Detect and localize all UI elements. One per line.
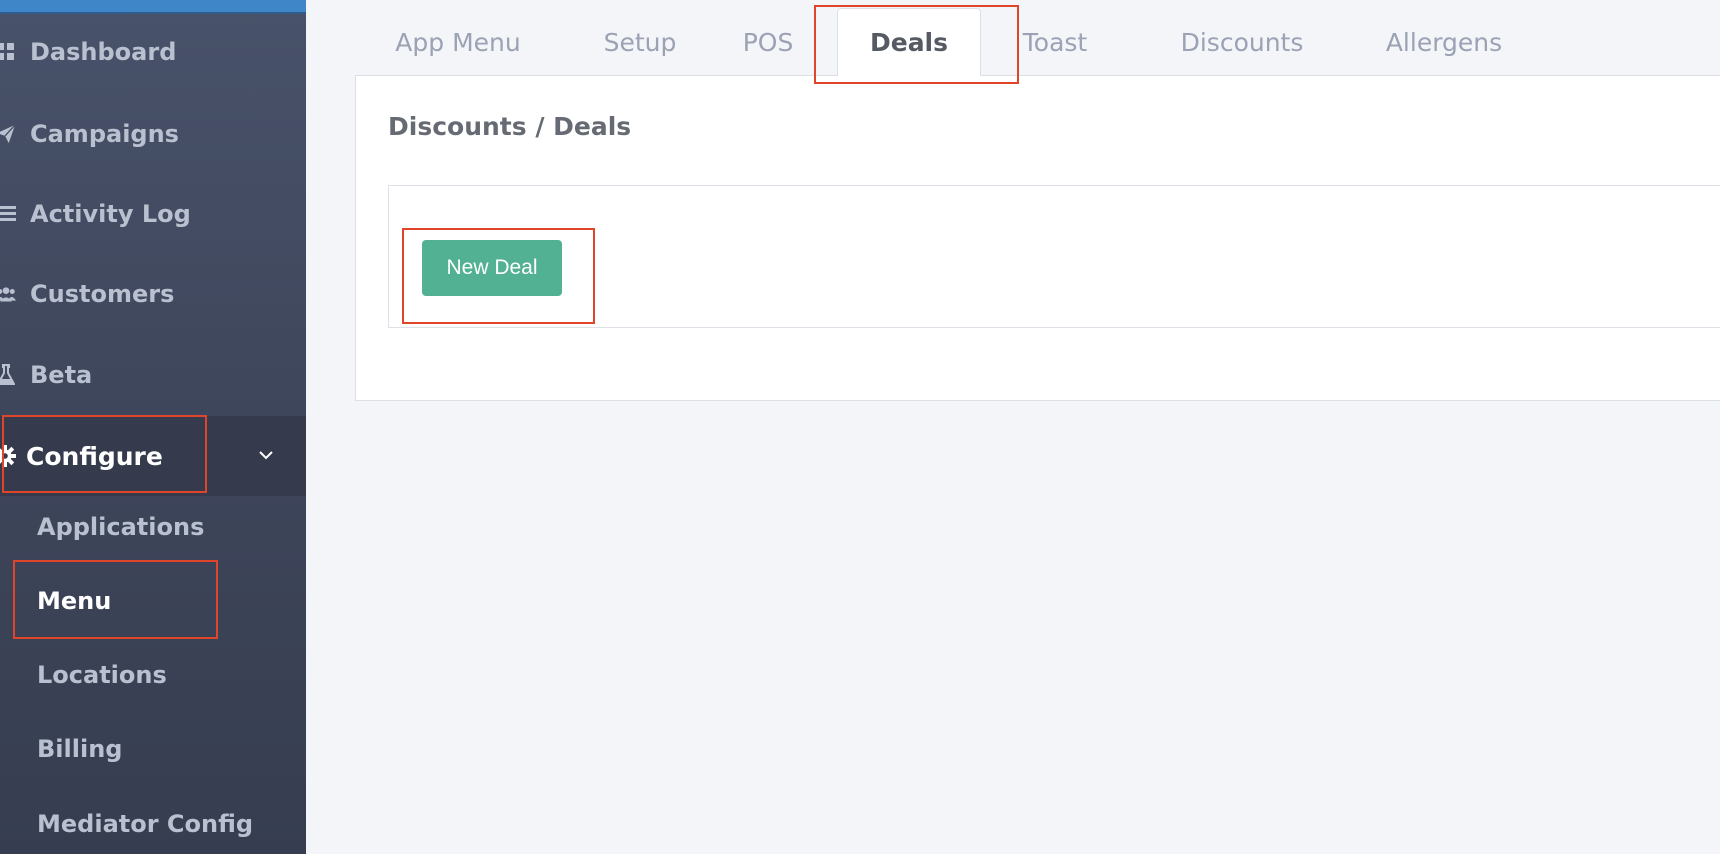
list-icon (0, 202, 16, 226)
tab-discounts[interactable]: Discounts (1154, 8, 1330, 76)
sidebar-subitem-label: Applications (37, 513, 205, 541)
sidebar-item-activity-log[interactable]: Activity Log (0, 184, 306, 244)
sidebar-item-label: Customers (30, 280, 175, 308)
tab-label: Setup (603, 27, 677, 57)
tab-allergens[interactable]: Allergens (1354, 8, 1534, 76)
sidebar-subitem-label: Locations (37, 661, 167, 689)
sidebar-subitem-locations[interactable]: Locations (37, 650, 167, 700)
grid-icon (0, 40, 16, 64)
new-deal-button[interactable]: New Deal (422, 240, 562, 296)
sidebar-item-configure[interactable]: Configure (0, 416, 306, 496)
tab-bar: App Menu Setup POS Deals Toast Discounts… (355, 0, 1720, 76)
sidebar-top-accent (0, 0, 306, 14)
users-icon (0, 282, 16, 306)
tab-pos[interactable]: POS (718, 8, 818, 76)
tab-setup[interactable]: Setup (575, 8, 705, 76)
sidebar-item-customers[interactable]: Customers (0, 264, 306, 324)
tab-label: App Menu (395, 27, 521, 57)
tab-label: Toast (1022, 27, 1088, 57)
deals-panel: Discounts / Deals (355, 75, 1720, 401)
tab-label: Deals (869, 28, 949, 57)
sidebar-subitem-menu[interactable]: Menu (37, 576, 111, 626)
tab-label: Discounts (1180, 27, 1304, 57)
tab-deals[interactable]: Deals (837, 8, 981, 76)
sidebar-subitem-label: Mediator Config (37, 810, 254, 838)
sidebar: Dashboard Campaigns Activity Log Custome… (0, 0, 306, 854)
page-title: Discounts / Deals (388, 112, 632, 141)
sidebar-subitem-applications[interactable]: Applications (37, 502, 204, 552)
tab-toast[interactable]: Toast (995, 8, 1115, 76)
gear-icon (0, 445, 16, 467)
sidebar-subitem-label: Menu (37, 587, 112, 615)
sidebar-configure-label: Configure (26, 441, 163, 471)
paper-plane-icon (0, 122, 16, 146)
sidebar-item-beta[interactable]: Beta (0, 345, 306, 405)
sidebar-subitem-billing[interactable]: Billing (37, 724, 122, 774)
sidebar-item-label: Beta (30, 361, 93, 389)
sidebar-item-label: Dashboard (30, 38, 177, 66)
chevron-down-icon[interactable] (256, 445, 276, 465)
flask-icon (0, 363, 16, 387)
sidebar-item-campaigns[interactable]: Campaigns (0, 104, 306, 164)
tab-label: Allergens (1385, 27, 1503, 57)
deals-container (388, 185, 1720, 328)
sidebar-subitem-label: Billing (37, 735, 123, 763)
sidebar-item-label: Campaigns (30, 120, 179, 148)
tab-app-menu[interactable]: App Menu (355, 8, 561, 76)
sidebar-item-label: Activity Log (30, 200, 191, 228)
sidebar-item-dashboard[interactable]: Dashboard (0, 22, 306, 82)
tab-label: POS (742, 27, 794, 57)
sidebar-subitem-mediator-config[interactable]: Mediator Config (37, 799, 253, 849)
